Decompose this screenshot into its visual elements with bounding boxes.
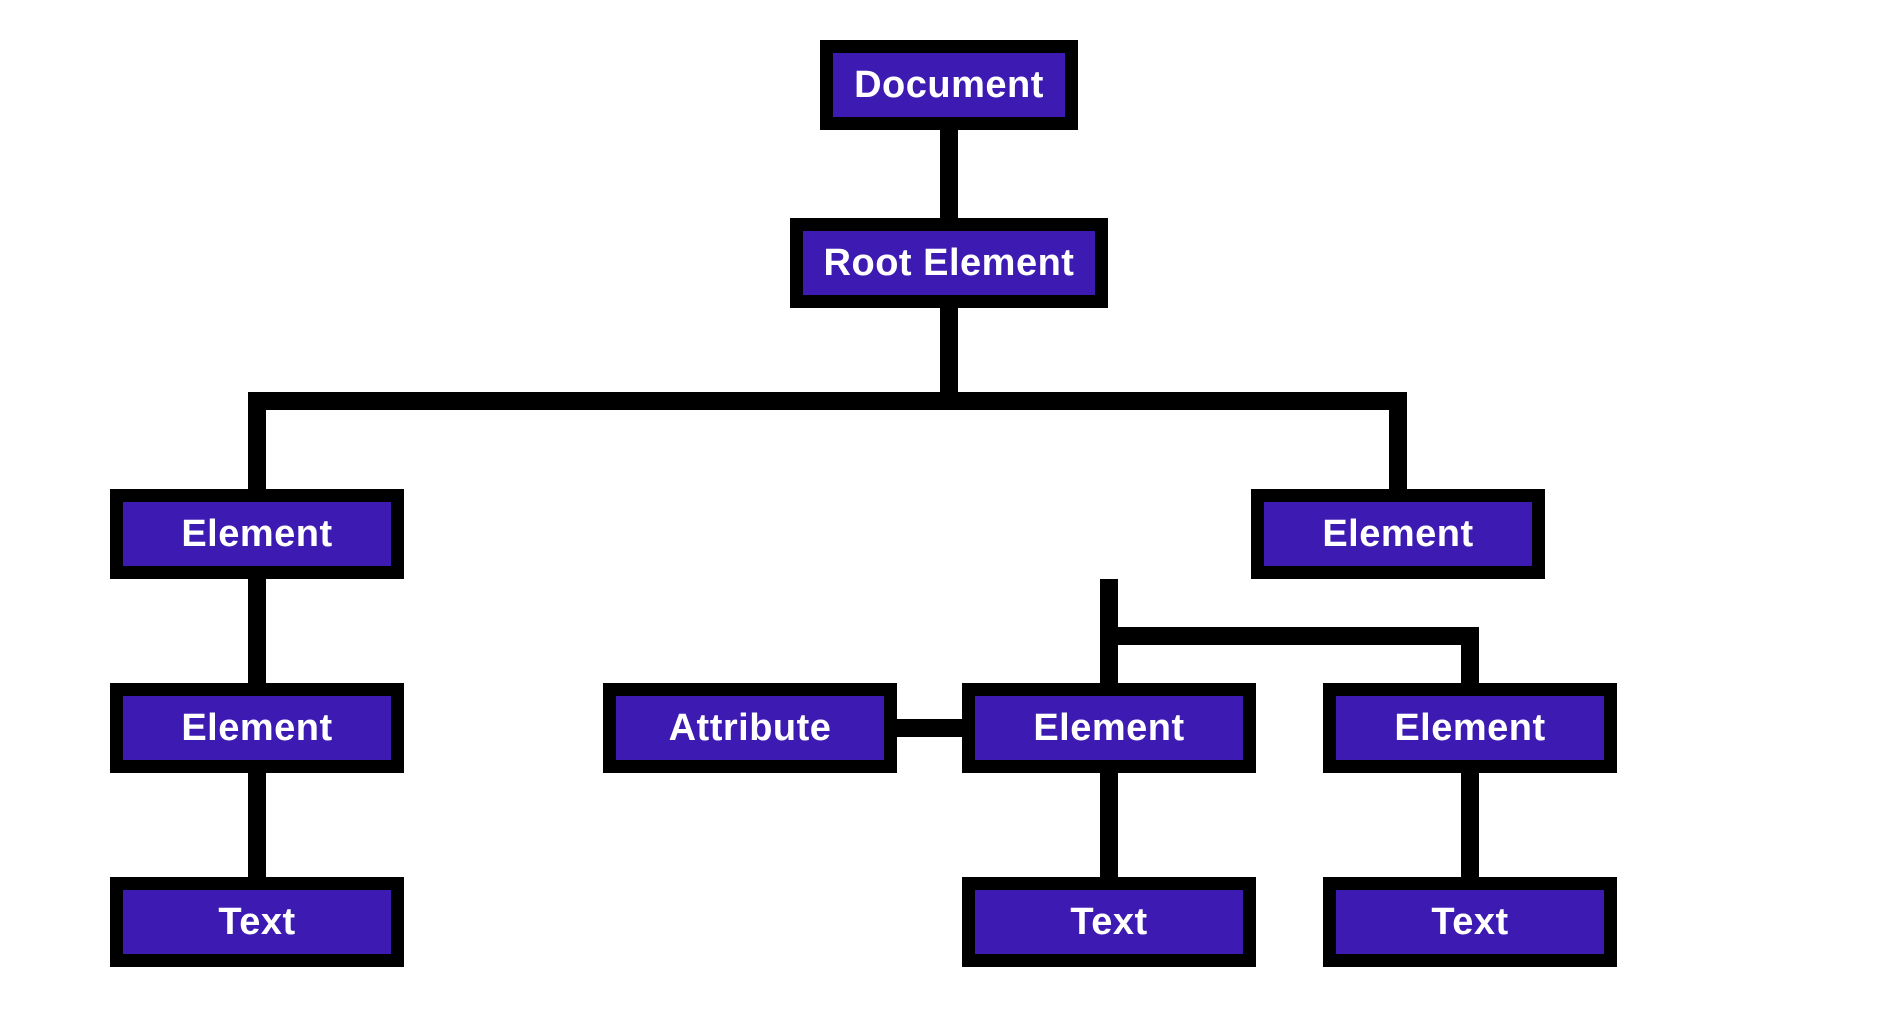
node-text-left-label: Text: [218, 901, 295, 944]
node-root-element-label: Root Element: [824, 242, 1075, 285]
edge-child2-to-text-right: [1461, 773, 1479, 877]
node-element-right-label: Element: [1322, 513, 1473, 556]
edge-right-bus: [1100, 627, 1479, 645]
node-attribute-label: Attribute: [669, 707, 832, 750]
node-text-left: Text: [110, 877, 404, 967]
node-attribute: Attribute: [603, 683, 897, 773]
edge-right-element-drop: [1100, 579, 1118, 627]
node-text-mid: Text: [962, 877, 1256, 967]
node-element-right-child1-label: Element: [1033, 707, 1184, 750]
node-element-left-child-label: Element: [181, 707, 332, 750]
node-text-mid-label: Text: [1070, 901, 1147, 944]
node-text-right: Text: [1323, 877, 1617, 967]
node-element-right-child2: Element: [1323, 683, 1617, 773]
node-root-element: Root Element: [790, 218, 1108, 308]
node-element-right-child1: Element: [962, 683, 1256, 773]
node-text-right-label: Text: [1431, 901, 1508, 944]
edge-right-bus-to-child2: [1461, 627, 1479, 683]
edge-bus-to-right-element: [1389, 392, 1407, 489]
node-element-left-child: Element: [110, 683, 404, 773]
edge-document-to-root: [940, 130, 958, 218]
node-element-right: Element: [1251, 489, 1545, 579]
edge-bus: [248, 392, 1407, 410]
edge-root-drop: [940, 308, 958, 392]
edge-left-child-to-text: [248, 773, 266, 877]
node-element-right-child2-label: Element: [1394, 707, 1545, 750]
node-document-label: Document: [854, 64, 1044, 107]
node-element-left: Element: [110, 489, 404, 579]
edge-right-bus-to-child1: [1100, 627, 1118, 683]
edge-child1-to-text-mid: [1100, 773, 1118, 877]
node-element-left-label: Element: [181, 513, 332, 556]
node-document: Document: [820, 40, 1078, 130]
edge-bus-to-left-element: [248, 392, 266, 489]
edge-left-element-to-child: [248, 579, 266, 683]
edge-attribute-to-child1: [897, 719, 962, 737]
